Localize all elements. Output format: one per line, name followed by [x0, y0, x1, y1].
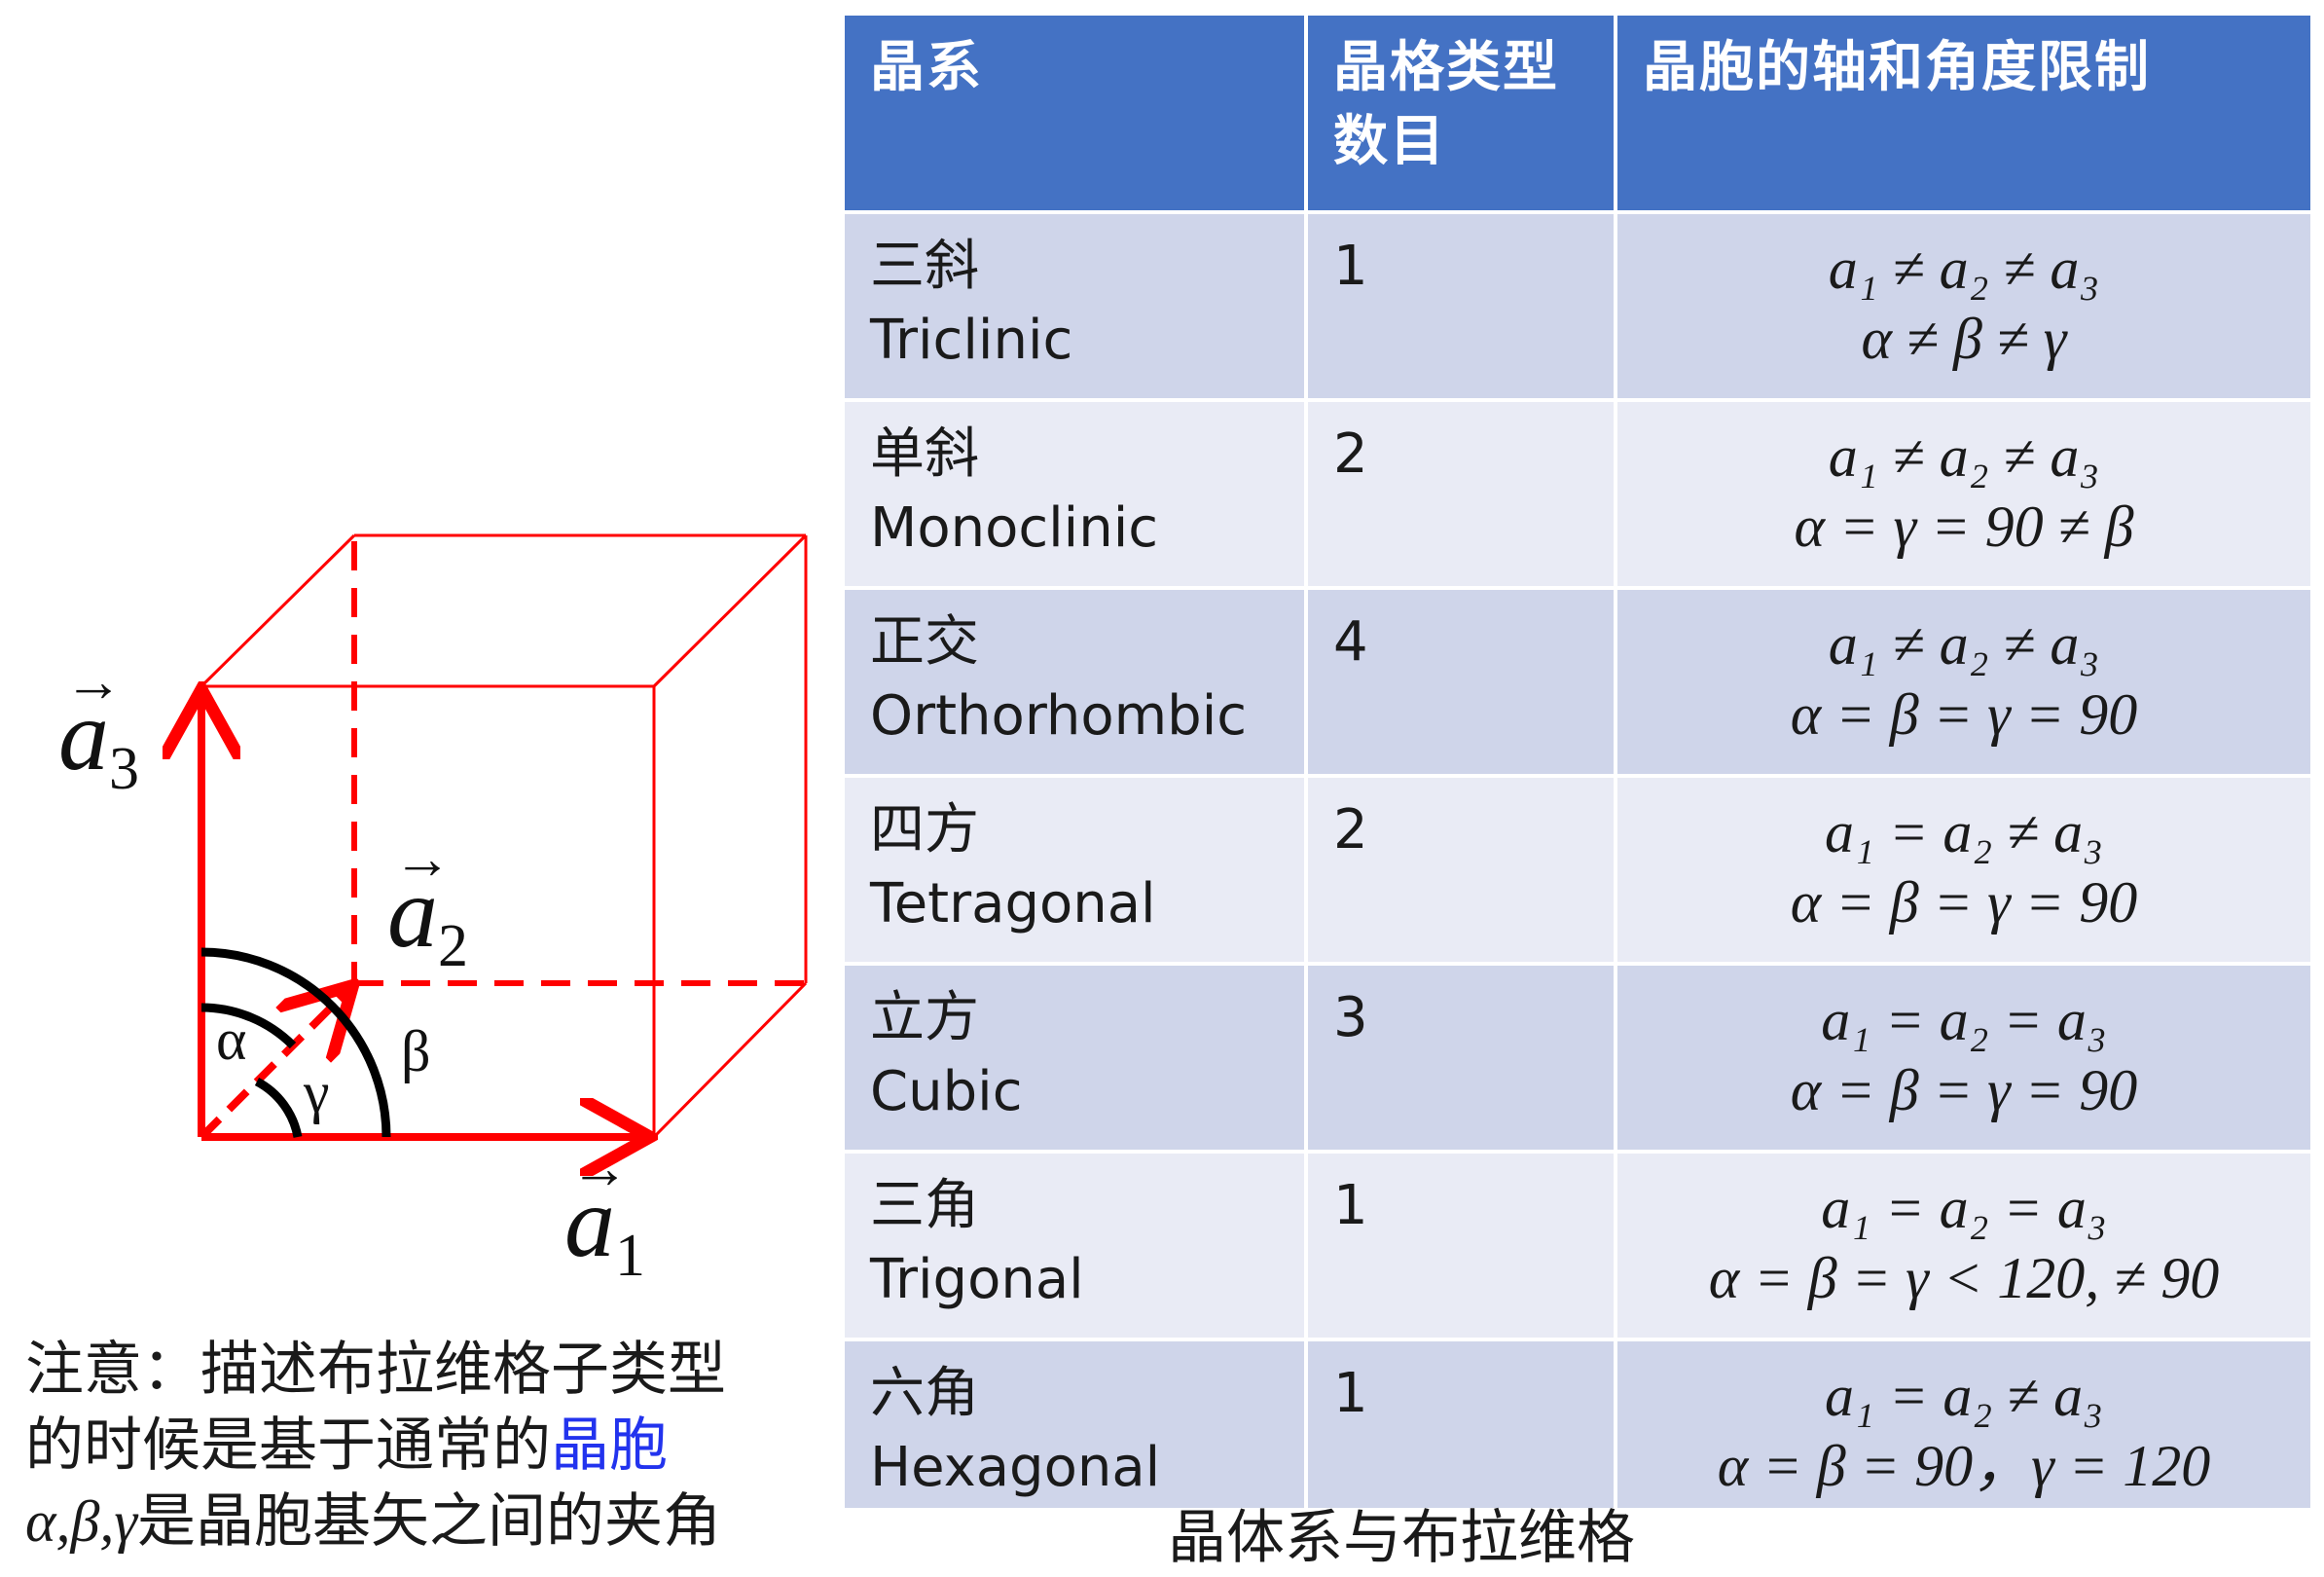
table-row: 四方 Tetragonal 2 a₁ = a₂ ≠ a₃ α = β = γ = 90 [841, 774, 2314, 966]
crystal-system-english: Orthorhombic [870, 684, 1248, 748]
angle-labels: α β γ [216, 1008, 431, 1124]
crystal-system-english: Tetragonal [870, 872, 1156, 935]
label-beta: β [401, 1019, 431, 1083]
crystal-system-chinese: 正交 [870, 610, 979, 674]
axis-constraint: a₁ = a₂ ≠ a₃ [1825, 1364, 2103, 1428]
axis-constraint: a₁ = a₂ = a₃ [1821, 1176, 2107, 1240]
angle-constraint: α ≠ β ≠ γ [1861, 307, 2067, 371]
cell-crystal-system: 三斜 Triclinic [841, 210, 1308, 402]
cell-crystal-system: 立方 Cubic [841, 962, 1308, 1154]
header-crystal-system: 晶系 [841, 12, 1308, 214]
note-angle-symbols: α,β,γ [25, 1489, 138, 1554]
axis-constraint: a₁ ≠ a₂ ≠ a₃ [1828, 424, 2100, 489]
note-unit-cell-highlight: 晶胞 [551, 1412, 668, 1480]
crystal-system-chinese: 四方 [870, 798, 979, 862]
crystal-system-english: Trigonal [870, 1248, 1084, 1311]
table-row: 六角 Hexagonal 1 a₁ = a₂ ≠ a₃ α = β = 90，γ = 1… [841, 1338, 2314, 1512]
axis-constraint: a₁ ≠ a₂ ≠ a₃ [1828, 612, 2100, 677]
note-line-3: α,β,γ是晶胞基矢之间的夹角 [25, 1484, 833, 1559]
table-body: 三斜 Triclinic 1 a₁ ≠ a₂ ≠ a₃ α ≠ β ≠ γ 单斜 Monoc… [841, 210, 2314, 1512]
angle-constraint: α = β = γ = 90 [1790, 1058, 2138, 1122]
header-lattice-count: 晶格类型数目 [1304, 12, 1617, 214]
cell-lattice-count: 1 [1304, 210, 1617, 402]
crystal-system-chinese: 三角 [870, 1174, 979, 1237]
angle-constraint: α = β = γ < 120, ≠ 90 [1708, 1246, 2220, 1310]
note-line-1: 注意：描述布拉维格子类型 [25, 1336, 726, 1404]
angle-constraint: α = β = γ = 90 [1790, 870, 2138, 935]
crystal-systems-table: 晶系 晶格类型数目 晶胞的轴和角度限制 三斜 Triclinic 1 a₁ ≠ a₂ … [841, 12, 2314, 1512]
table-row: 立方 Cubic 3 a₁ = a₂ = a₃ α = β = γ = 90 [841, 962, 2314, 1154]
label-a2-arrow: → [393, 826, 452, 891]
cell-constraints: a₁ ≠ a₂ ≠ a₃ α = γ = 90 ≠ β [1614, 398, 2314, 590]
note-line-2-prefix: 的时候是基于通常的 [25, 1412, 551, 1480]
table-header-row: 晶系 晶格类型数目 晶胞的轴和角度限制 [841, 12, 2314, 214]
crystal-system-chinese: 单斜 [870, 422, 979, 486]
cell-crystal-system: 单斜 Monoclinic [841, 398, 1308, 590]
angle-constraint: α = β = γ = 90 [1790, 682, 2138, 747]
table-row: 三角 Trigonal 1 a₁ = a₂ = a₃ α = β = γ < 120, … [841, 1150, 2314, 1341]
crystal-system-english: Cubic [870, 1060, 1023, 1123]
axis-constraint: a₁ = a₂ ≠ a₃ [1825, 800, 2103, 864]
cell-crystal-system: 四方 Tetragonal [841, 774, 1308, 966]
cell-lattice-count: 4 [1304, 586, 1617, 778]
unit-cell-diagram: a3 → a2 → a1 → α β γ [58, 533, 808, 1289]
angle-constraint: α = γ = 90 ≠ β [1794, 495, 2134, 559]
note-text: 注意：描述布拉维格子类型 的时候是基于通常的晶胞 α,β,γ是晶胞基矢之间的夹角 [25, 1332, 833, 1559]
cell-constraints: a₁ = a₂ = a₃ α = β = γ < 120, ≠ 90 [1614, 1150, 2314, 1341]
cell-constraints: a₁ = a₂ ≠ a₃ α = β = 90，γ = 120 [1614, 1338, 2314, 1512]
label-a3-arrow: → [64, 649, 123, 714]
cell-lattice-count: 2 [1304, 398, 1617, 590]
cell-lattice-count: 1 [1304, 1338, 1617, 1512]
crystal-system-english: Triclinic [870, 309, 1073, 372]
crystal-system-english: Monoclinic [870, 496, 1159, 560]
label-a1-arrow: → [570, 1136, 629, 1200]
table-row: 单斜 Monoclinic 2 a₁ ≠ a₂ ≠ a₃ α = γ = 90 ≠ β [841, 398, 2314, 590]
label-alpha: α [216, 1008, 246, 1072]
arc-gamma-visible [254, 1078, 303, 1138]
note-line-2: 的时候是基于通常的晶胞 [25, 1408, 833, 1484]
cell-lattice-count: 2 [1304, 774, 1617, 966]
cell-constraints: a₁ = a₂ = a₃ α = β = γ = 90 [1614, 962, 2314, 1154]
angle-constraint: α = β = 90，γ = 120 [1717, 1434, 2211, 1498]
cell-crystal-system: 三角 Trigonal [841, 1150, 1308, 1341]
table-row: 三斜 Triclinic 1 a₁ ≠ a₂ ≠ a₃ α ≠ β ≠ γ [841, 210, 2314, 402]
axis-constraint: a₁ ≠ a₂ ≠ a₃ [1828, 237, 2100, 301]
cell-constraints: a₁ ≠ a₂ ≠ a₃ α ≠ β ≠ γ [1614, 210, 2314, 402]
crystal-system-chinese: 六角 [870, 1362, 979, 1425]
cell-constraints: a₁ = a₂ ≠ a₃ α = β = γ = 90 [1614, 774, 2314, 966]
cell-lattice-count: 1 [1304, 1150, 1617, 1341]
caption-text: 晶体系与布拉维格 [1168, 1504, 1635, 1572]
edge-top-right-depth [652, 533, 808, 688]
cell-constraints: a₁ ≠ a₂ ≠ a₃ α = β = γ = 90 [1614, 586, 2314, 778]
edge-bottom-right-depth [652, 981, 808, 1139]
edge-top-left-depth [200, 533, 356, 688]
arc-gamma [250, 1088, 270, 1137]
cell-crystal-system: 正交 Orthorhombic [841, 586, 1308, 778]
axis-constraint: a₁ = a₂ = a₃ [1821, 988, 2107, 1052]
crystal-system-chinese: 立方 [870, 986, 979, 1049]
header-constraints: 晶胞的轴和角度限制 [1614, 12, 2314, 214]
crystal-system-english: Hexagonal [870, 1436, 1161, 1499]
note-line-3-text: 是晶胞基矢之间的夹角 [137, 1487, 722, 1556]
table-row: 正交 Orthorhombic 4 a₁ ≠ a₂ ≠ a₃ α = β = γ = 9… [841, 586, 2314, 778]
cell-lattice-count: 3 [1304, 962, 1617, 1154]
label-gamma: γ [303, 1060, 330, 1124]
cell-crystal-system: 六角 Hexagonal [841, 1338, 1308, 1512]
crystal-system-chinese: 三斜 [870, 235, 979, 298]
